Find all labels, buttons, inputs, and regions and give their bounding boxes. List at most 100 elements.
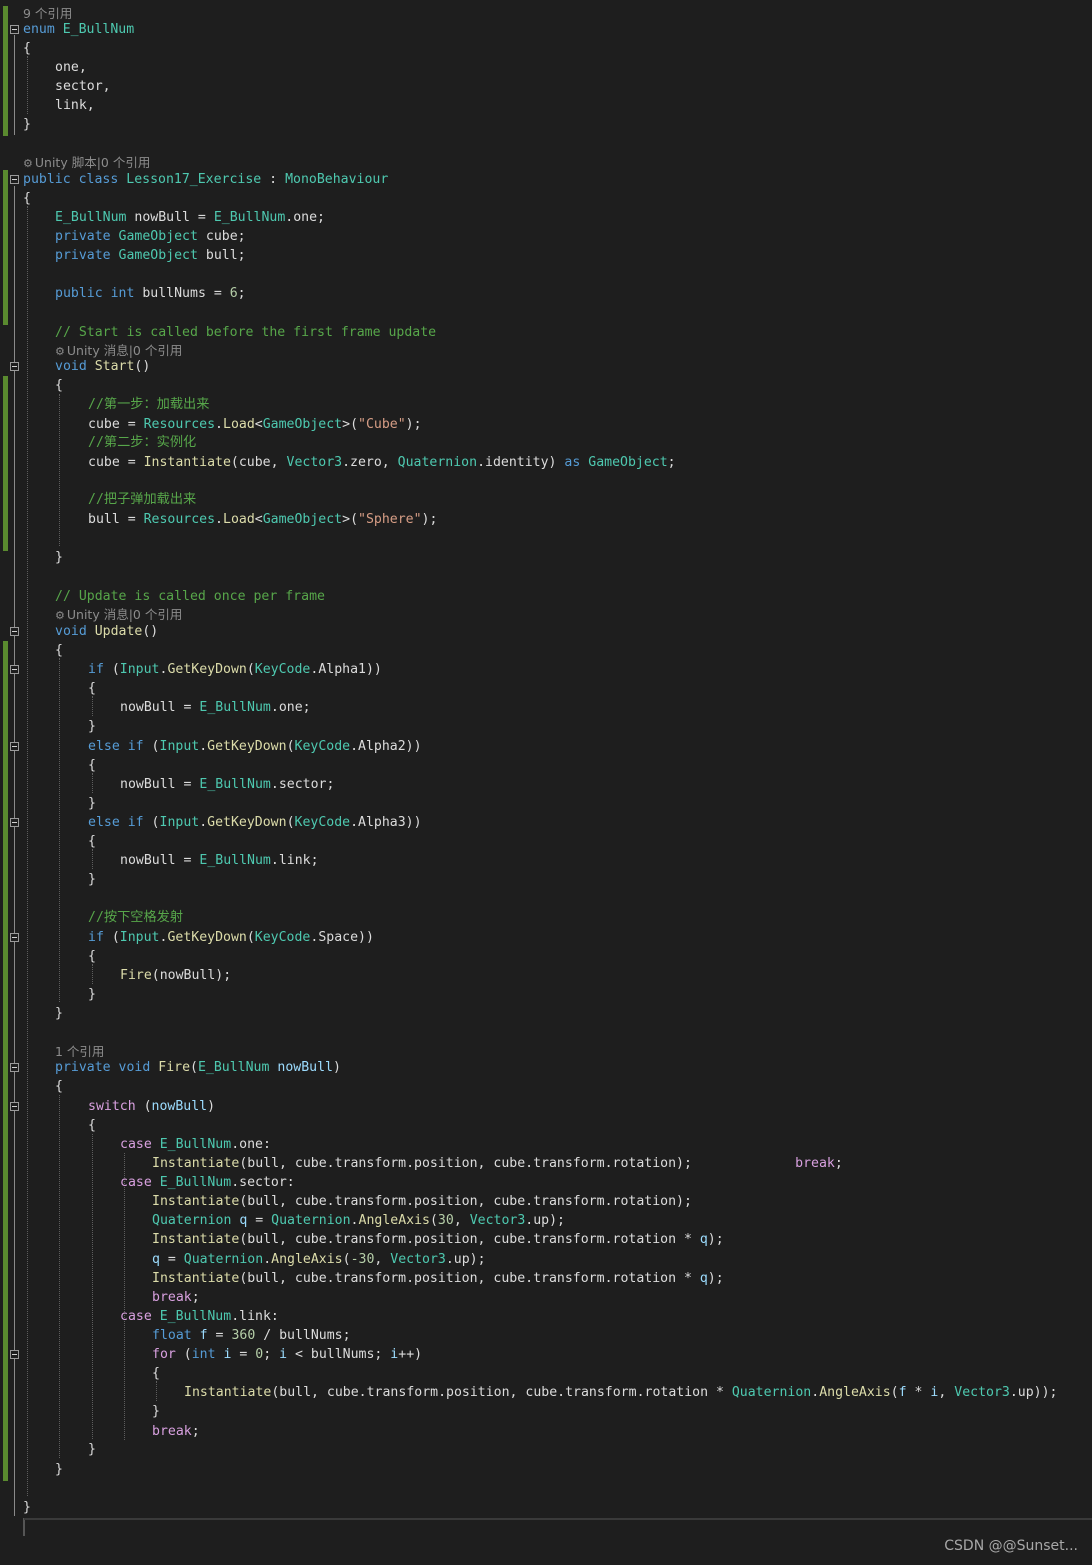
code-token: Unity 消息|0 个引用 [66, 343, 183, 358]
fold-toggle-icon[interactable] [10, 627, 19, 636]
code-line: link, [55, 96, 95, 115]
code-token: ( [286, 815, 295, 830]
code-line: private void Fire(E_BullNum nowBull) [55, 1058, 341, 1077]
code-token: . [215, 417, 223, 432]
code-token: for [152, 1347, 176, 1362]
code-line: //把子弹加载出来 [88, 490, 196, 509]
code-line: cube = Resources.Load<GameObject>("Cube"… [88, 415, 422, 434]
code-token: Load [223, 512, 255, 527]
code-line: for (int i = 0; i < bullNums; i++) [152, 1345, 422, 1364]
code-line: cube = Instantiate(cube, Vector3.zero, Q… [88, 453, 676, 472]
code-token: ); [707, 1271, 724, 1286]
code-token: .one; [285, 210, 325, 225]
code-token: Vector3 [390, 1252, 446, 1267]
code-token: //第二步：实例化 [88, 435, 197, 450]
code-token: Update [94, 624, 143, 639]
code-token: else [88, 815, 120, 830]
unity-icon: ⚙ [55, 609, 65, 622]
code-line: } [23, 115, 31, 134]
code-token: { [55, 643, 63, 658]
code-token: Input [119, 662, 160, 677]
code-line: Instantiate(bull, cube.transform.positio… [152, 1230, 724, 1249]
code-line: //第二步：实例化 [88, 433, 196, 452]
code-token: break [152, 1290, 192, 1305]
code-line: enum E_BullNum [23, 20, 134, 39]
fold-toggle-icon[interactable] [10, 665, 19, 674]
fold-toggle-icon[interactable] [10, 1063, 19, 1072]
code-line: case E_BullNum.link: [120, 1307, 279, 1326]
code-token: .one: [231, 1137, 271, 1152]
code-token: 6 [229, 286, 238, 301]
code-token: >( [342, 417, 359, 432]
code-token: .Space)) [310, 930, 374, 945]
fold-toggle-icon[interactable] [10, 1350, 19, 1359]
code-token: Fire [120, 968, 152, 983]
code-token: { [88, 949, 96, 964]
code-line: else if (Input.GetKeyDown(KeyCode.Alpha3… [88, 813, 422, 832]
code-token: ; [191, 1290, 200, 1305]
code-token: >( [342, 512, 359, 527]
code-token: ( [175, 1347, 192, 1362]
fold-toggle-icon[interactable] [10, 1102, 19, 1111]
unity-icon: ⚙ [23, 157, 33, 170]
code-token: ( [890, 1385, 899, 1400]
code-token: GetKeyDown [167, 662, 247, 677]
fold-toggle-icon[interactable] [10, 818, 19, 827]
code-token: Instantiate [143, 455, 231, 470]
fold-toggle-icon[interactable] [10, 742, 19, 751]
code-token: AngleAxis [358, 1213, 430, 1228]
code-line: Instantiate(bull, cube.transform.positio… [152, 1192, 692, 1211]
code-token: , [453, 1213, 470, 1228]
code-line: switch (nowBull) [88, 1097, 215, 1116]
code-line: case E_BullNum.one: [120, 1135, 271, 1154]
indent-guide [92, 964, 93, 984]
code-token: break [795, 1156, 835, 1171]
watermark: CSDN @@Sunset... [944, 1538, 1078, 1554]
code-token: Instantiate [152, 1194, 240, 1209]
code-editor[interactable]: 9 个引用 enum E_BullNum{one, sector, link,} ⚙ Un… [0, 0, 1092, 1520]
fold-toggle-icon[interactable] [10, 362, 19, 371]
code-token: } [152, 1404, 160, 1419]
code-token: } [88, 1442, 96, 1457]
code-line: private GameObject bull; [55, 246, 246, 265]
code-token: q [699, 1232, 708, 1247]
code-token: GameObject [262, 417, 343, 432]
fold-toggle-icon[interactable] [10, 933, 19, 942]
code-token: } [88, 796, 96, 811]
code-token: , [938, 1385, 955, 1400]
code-line: nowBull = E_BullNum.one; [120, 698, 311, 717]
code-token: .zero, [342, 455, 398, 470]
code-token: } [55, 550, 63, 565]
code-line: } [88, 870, 96, 889]
code-token: .Alpha1)) [310, 662, 382, 677]
code-token: GameObject [118, 248, 198, 263]
code-token: nowBull [277, 1060, 333, 1075]
code-token: Instantiate [184, 1385, 272, 1400]
code-line: private GameObject cube; [55, 227, 246, 246]
code-token: = [231, 1347, 256, 1362]
code-token: private [55, 229, 111, 244]
fold-toggle-icon[interactable] [10, 25, 19, 34]
code-token: Input [159, 739, 200, 754]
code-token: Resources [143, 512, 216, 527]
code-line: one, [55, 58, 87, 77]
code-token: .up); [445, 1252, 486, 1267]
code-token: int [110, 286, 135, 301]
code-token: void [118, 1060, 151, 1075]
code-token: E_BullNum [159, 1309, 232, 1324]
fold-toggle-icon[interactable] [10, 175, 19, 184]
code-token: E_BullNum [213, 210, 286, 225]
code-token: // Update is called once per frame [55, 589, 325, 604]
code-token: cube = [88, 455, 144, 470]
code-token: one, [55, 60, 87, 75]
code-line: float f = 360 / bullNums; [152, 1326, 351, 1345]
code-token: E_BullNum [55, 210, 127, 225]
code-token: q [152, 1252, 160, 1267]
code-token: float [152, 1328, 192, 1343]
code-line: break; [152, 1288, 200, 1307]
change-bar [3, 376, 8, 551]
horizontal-scrollbar[interactable] [24, 1518, 1092, 1520]
